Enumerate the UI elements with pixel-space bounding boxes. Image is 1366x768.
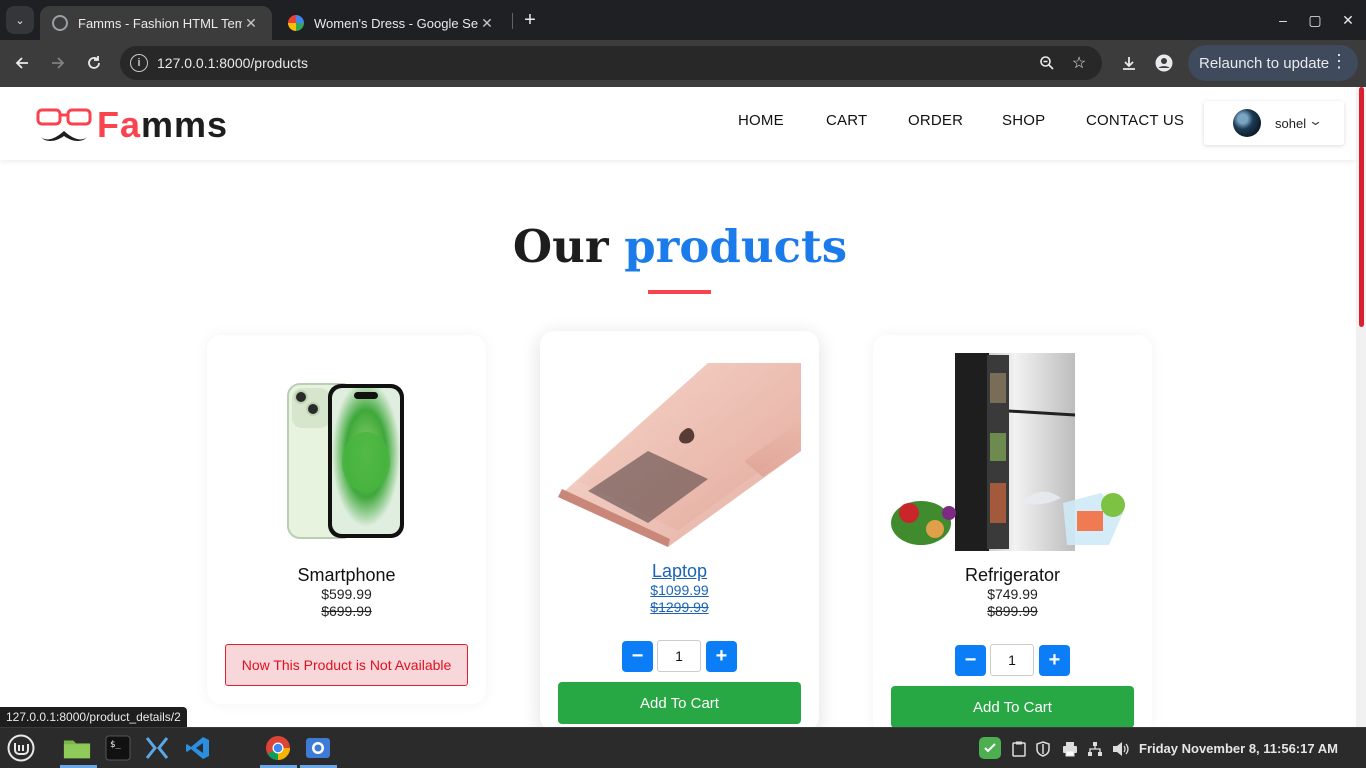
clipboard-icon[interactable] [1010,740,1028,758]
file-manager-icon[interactable] [63,734,91,762]
page-content: Famms HOME CART ORDER SHOP CONTACT US so… [0,87,1356,727]
address-bar[interactable]: i 127.0.0.1:8000/products ☆ [120,46,1102,80]
mint-menu-icon[interactable] [7,734,35,762]
volume-icon[interactable] [1112,740,1130,758]
close-icon[interactable]: ✕ [242,15,260,32]
product-card-laptop: Laptop $1099.99 $1299.99 − 1 + Add To Ca… [540,331,819,727]
more-vert-icon[interactable]: ⋮ [1330,51,1348,72]
chevron-down-icon: ⌄ [1307,113,1324,128]
bookmark-star-icon[interactable]: ☆ [1069,53,1089,73]
logo-wordmark: Famms [97,104,229,145]
printer-icon[interactable] [1061,740,1079,758]
network-icon[interactable] [1086,740,1104,758]
nav-shop[interactable]: SHOP [1002,112,1045,129]
chevron-down-icon: ⌄ [15,14,25,27]
user-name: sohel [1275,116,1307,131]
tab-title: Women's Dress - Google Sea [314,15,478,31]
terminal-icon[interactable]: $_ [104,734,132,762]
heading-blue-text: products [624,220,848,273]
tab-title: Famms - Fashion HTML Temp [78,15,242,31]
taskbar-clock[interactable]: Friday November 8, 11:56:17 AM [1139,741,1338,756]
google-icon [288,15,304,31]
heading-underline [648,290,711,294]
heading-dark-text: Our [512,220,609,273]
vscode-remote-icon[interactable] [143,734,171,762]
close-icon[interactable]: ✕ [478,15,496,32]
arrow-left-icon [15,57,28,69]
os-taskbar: $_ Friday November 8, 11:56:17 AM [0,727,1366,768]
scrollbar-thumb[interactable] [1359,87,1364,327]
svg-text:$_: $_ [110,740,121,750]
forward-button[interactable] [45,50,71,76]
quantity-input[interactable]: 1 [990,644,1034,676]
screenshot-app-icon[interactable] [304,734,332,762]
product-old-price: $899.99 [987,603,1038,619]
quantity-decrease-button[interactable]: − [622,641,653,672]
reload-icon [88,56,100,69]
reload-button[interactable] [81,50,107,76]
nav-home[interactable]: HOME [738,112,784,129]
chrome-icon[interactable] [264,734,292,762]
nav-cart[interactable]: CART [826,112,867,129]
site-logo[interactable]: Famms [35,104,229,145]
product-card-refrigerator: Refrigerator $749.99 $899.99 − 1 + Add T… [873,335,1152,727]
page-scrollbar[interactable] [1356,87,1366,727]
avatar [1233,109,1261,137]
quantity-input[interactable]: 1 [657,640,701,672]
site-header: Famms HOME CART ORDER SHOP CONTACT US so… [0,87,1356,160]
glasses-mustache-icon [35,107,95,143]
laptop-image[interactable] [558,361,801,547]
quantity-increase-button[interactable]: + [1039,645,1070,676]
arrow-right-icon [52,57,65,69]
tab-google-search[interactable]: Women's Dress - Google Sea ✕ [276,6,508,40]
download-icon[interactable] [1117,51,1141,75]
refrigerator-image[interactable] [891,353,1134,551]
tab-search-button[interactable]: ⌄ [6,6,34,34]
site-info-icon[interactable]: i [130,54,148,72]
nav-contact-us[interactable]: CONTACT US [1086,112,1184,129]
quantity-decrease-button[interactable]: − [955,645,986,676]
product-old-price[interactable]: $1299.99 [540,599,819,615]
back-button[interactable] [9,50,35,76]
new-tab-button[interactable]: + [518,8,542,32]
vscode-icon[interactable] [184,734,212,762]
restore-button[interactable]: ▢ [1302,8,1328,32]
product-card-smartphone: Smartphone $599.99 $699.99 Now This Prod… [207,335,486,704]
nav-order[interactable]: ORDER [908,112,963,129]
link-status-bubble: 127.0.0.1:8000/product_details/2 [0,707,187,727]
quantity-increase-button[interactable]: + [706,641,737,672]
window-close-button[interactable]: ✕ [1335,8,1361,32]
product-price[interactable]: $1099.99 [540,582,819,598]
shield-icon[interactable] [1034,740,1052,758]
relaunch-button[interactable]: Relaunch to update ⋮ [1188,45,1358,81]
product-old-price: $699.99 [321,603,372,619]
add-to-cart-button[interactable]: Add To Cart [558,682,801,724]
minimize-button[interactable]: – [1270,8,1296,32]
globe-icon [52,15,68,31]
user-menu-dropdown[interactable]: sohel ⌄ [1204,101,1344,145]
tab-famms[interactable]: Famms - Fashion HTML Temp ✕ [40,6,272,40]
not-available-alert: Now This Product is Not Available [225,644,468,686]
section-heading: Our products [0,220,1356,273]
product-price: $599.99 [321,586,372,602]
smartphone-image[interactable] [286,382,408,542]
zoom-icon[interactable] [1037,53,1057,73]
product-name[interactable]: Refrigerator [873,565,1152,586]
update-manager-icon[interactable] [979,737,1001,759]
url-text[interactable]: 127.0.0.1:8000/products [157,55,308,71]
product-name-link[interactable]: Laptop [540,561,819,582]
profile-icon[interactable] [1152,51,1176,75]
product-name[interactable]: Smartphone [207,565,486,586]
browser-toolbar: i 127.0.0.1:8000/products ☆ Relaunch to … [0,40,1366,87]
browser-tab-bar: ⌄ Famms - Fashion HTML Temp ✕ Women's Dr… [0,0,1366,40]
product-price: $749.99 [987,586,1038,602]
relaunch-label: Relaunch to update [1199,54,1330,72]
add-to-cart-button[interactable]: Add To Cart [891,686,1134,727]
tab-separator [512,13,513,29]
